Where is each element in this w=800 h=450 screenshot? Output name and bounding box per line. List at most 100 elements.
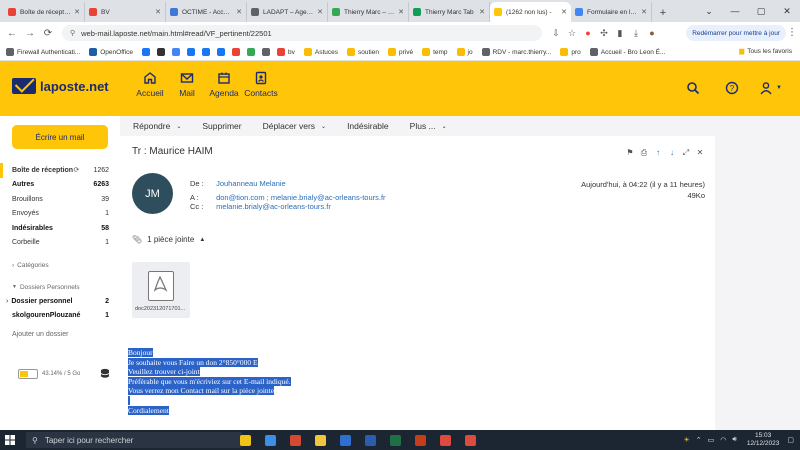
forward-button[interactable]: →: [22, 25, 38, 41]
folder-item[interactable]: Brouillons 39: [0, 192, 120, 207]
nav-mail[interactable]: Mail: [169, 71, 205, 98]
all-bookmarks[interactable]: ▆ Tous les favoris: [739, 47, 792, 56]
profile-avatar[interactable]: ●: [644, 28, 660, 38]
bookmark-item[interactable]: Accueil - Bro Leon É...: [589, 48, 665, 56]
bookmark-item[interactable]: RDV - marc.thierry...: [481, 48, 551, 56]
close-tab-icon[interactable]: ✕: [398, 8, 404, 16]
url-input[interactable]: ⚲ web-mail.laposte.net/main.html#read/VF…: [62, 25, 542, 41]
clock[interactable]: 15:03 12/12/2023: [747, 432, 780, 448]
bookmark-item[interactable]: pro: [560, 48, 581, 56]
install-app-icon[interactable]: ⇩: [548, 28, 564, 39]
reload-button[interactable]: ⟳: [40, 25, 56, 41]
puzzle-icon[interactable]: ✣: [596, 28, 612, 39]
taskbar-app-icon[interactable]: [461, 432, 479, 448]
folder-item[interactable]: Indésirables 58: [0, 221, 120, 236]
restart-update-button[interactable]: Redémarrer pour mettre à jour: [686, 25, 786, 41]
browser-tab[interactable]: (1262 non lus) - ✕: [490, 2, 571, 22]
bookmark-item[interactable]: [262, 48, 273, 56]
bookmark-item[interactable]: [202, 48, 213, 56]
account-button[interactable]: ▼: [759, 81, 782, 95]
compose-button[interactable]: Écrire un mail: [12, 125, 108, 149]
bookmark-item[interactable]: soutien: [347, 48, 379, 56]
close-icon[interactable]: ✕: [693, 148, 707, 158]
personal-folder-item[interactable]: skolgourenPlouzané 1: [0, 309, 120, 324]
arrow-down-icon[interactable]: ↓: [665, 148, 679, 158]
back-button[interactable]: ←: [4, 25, 20, 41]
tab-search-icon[interactable]: ⌄: [696, 0, 722, 22]
notification-icon[interactable]: ▢: [787, 436, 794, 444]
weather-icon[interactable]: ☀: [684, 436, 690, 444]
taskbar-app-icon[interactable]: [261, 432, 279, 448]
attachment-file[interactable]: doc20231207170112.pdf: [132, 262, 190, 318]
download-icon[interactable]: ⤓: [628, 28, 644, 39]
taskbar-app-icon[interactable]: [386, 432, 404, 448]
close-tab-icon[interactable]: ✕: [155, 8, 161, 16]
bookmark-item[interactable]: bv: [277, 48, 295, 56]
bookmark-item[interactable]: [232, 48, 243, 56]
extension-icon[interactable]: ●: [580, 28, 596, 38]
taskbar-search[interactable]: ⚲ Taper ici pour rechercher: [26, 432, 242, 448]
attachments-toggle[interactable]: 📎︎ 1 pièce jointe ▲: [132, 235, 205, 244]
cc-recipients[interactable]: melanie.brialy@ac-orleans-tours.fr: [216, 202, 331, 211]
close-window-button[interactable]: ✕: [774, 0, 800, 22]
database-icon[interactable]: [100, 368, 110, 381]
personal-folders-toggle[interactable]: ▼ Dossiers Personnels: [0, 280, 120, 294]
browser-tab[interactable]: Thierry Marc – Google✕: [328, 2, 409, 22]
wifi-icon[interactable]: ◠: [720, 436, 726, 444]
sidepanel-icon[interactable]: ▮: [612, 28, 628, 39]
bookmark-item[interactable]: temp: [422, 48, 448, 56]
help-button[interactable]: ?: [725, 81, 739, 95]
add-folder-link[interactable]: Ajouter un dossier: [0, 331, 120, 338]
bookmark-item[interactable]: [217, 48, 228, 56]
print-icon[interactable]: ⎙: [637, 148, 651, 158]
browser-tab[interactable]: Thierry Marc Tab ✕: [409, 2, 490, 22]
close-tab-icon[interactable]: ✕: [561, 8, 567, 16]
spam-button[interactable]: Indésirable: [347, 121, 389, 131]
close-tab-icon[interactable]: ✕: [74, 8, 80, 16]
personal-folder-item[interactable]: › Dossier personnel 2: [0, 294, 120, 309]
close-tab-icon[interactable]: ✕: [641, 8, 647, 16]
volume-icon[interactable]: 🔊︎: [732, 436, 736, 444]
bookmark-star-icon[interactable]: ☆: [564, 28, 580, 39]
taskbar-app-icon[interactable]: [436, 432, 454, 448]
browser-menu-icon[interactable]: ⋮: [787, 27, 797, 38]
nav-accueil[interactable]: Accueil: [132, 71, 168, 98]
browser-tab[interactable]: OCTIME - Accueil ✕: [166, 2, 247, 22]
bookmark-item[interactable]: Astuces: [303, 48, 338, 56]
bookmark-item[interactable]: [172, 48, 183, 56]
taskbar-app-icon[interactable]: [411, 432, 429, 448]
nav-contacts[interactable]: Contacts: [243, 71, 279, 98]
folder-item[interactable]: Autres 6263: [0, 178, 120, 193]
laposte-logo[interactable]: laposte.net: [12, 78, 109, 94]
flag-icon[interactable]: ⚑: [623, 148, 637, 158]
taskbar-app-icon[interactable]: [311, 432, 329, 448]
categories-toggle[interactable]: › Catégories: [0, 258, 120, 272]
bookmark-item[interactable]: jo: [456, 48, 473, 56]
bookmark-item[interactable]: [142, 48, 153, 56]
nav-agenda[interactable]: Agenda: [206, 71, 242, 98]
minimize-button[interactable]: —: [722, 0, 748, 22]
browser-tab[interactable]: LADAPT – Agenda ✕: [247, 2, 328, 22]
site-info-icon[interactable]: ⚲: [70, 29, 75, 37]
close-tab-icon[interactable]: ✕: [317, 8, 323, 16]
sender-name[interactable]: Jouhanneau Melanie: [216, 179, 286, 188]
folder-item[interactable]: Corbeille 1: [0, 236, 120, 251]
search-button[interactable]: [686, 81, 700, 95]
bookmark-item[interactable]: [247, 48, 258, 56]
refresh-icon[interactable]: ⟳: [74, 166, 80, 174]
close-tab-icon[interactable]: ✕: [479, 8, 485, 16]
delete-button[interactable]: Supprimer: [202, 121, 241, 131]
chevron-up-icon[interactable]: ⌃: [696, 436, 702, 444]
network-icon[interactable]: ▭: [708, 436, 715, 444]
bookmark-item[interactable]: [187, 48, 198, 56]
folder-item[interactable]: Boîte de réception ⟳ 1262: [0, 163, 120, 178]
new-tab-button[interactable]: +: [654, 4, 672, 22]
taskbar-app-icon[interactable]: [361, 432, 379, 448]
more-button[interactable]: Plus ... ⌄: [410, 121, 447, 131]
arrow-up-icon[interactable]: ↑: [651, 148, 665, 158]
taskbar-app-icon[interactable]: [236, 432, 254, 448]
bookmark-item[interactable]: privé: [387, 48, 413, 56]
browser-tab[interactable]: Formulaire en ligne ✕: [571, 2, 652, 22]
bookmark-item[interactable]: OpenOffice: [89, 48, 133, 56]
folder-item[interactable]: Envoyés 1: [0, 207, 120, 222]
